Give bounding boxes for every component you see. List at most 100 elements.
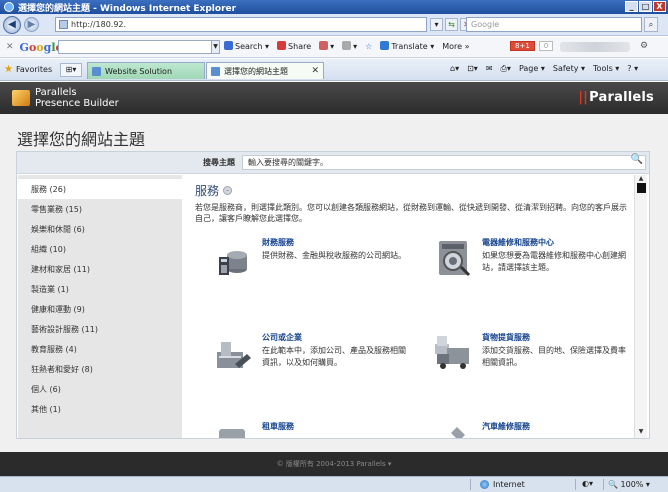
template-description: 提供財務、金融與稅收服務的公司網站。 [262,251,406,260]
share-button[interactable]: Share [277,41,311,51]
sidebar-item-home[interactable]: 建材和家居 (11) [18,259,182,279]
search-icon[interactable]: 🔍 [631,154,643,165]
template-name[interactable]: 貨物提貨服務 [482,332,530,343]
sidebar-item-education[interactable]: 教育服務 (4) [18,339,182,359]
bookmark-button[interactable]: ▾ [319,41,334,51]
home-icon[interactable]: ⌂▾ [450,64,459,74]
command-bar: ⌂▾ ⊡▾ ✉ ⎙▾ Page ▾ Safety ▾ Tools ▾ ? ▾ [450,64,638,74]
template-card[interactable]: 公司或企業 在此範本中，添加公司、產品及服務相關資訊，以及如何購買。 [195,332,406,392]
template-name[interactable]: 財務服務 [262,237,294,248]
sidebar-item-health[interactable]: 健康和運動 (9) [18,299,182,319]
favorites-bar: ★ Favorites ⊞▾ Website Solution 選擇您的網站主題… [0,59,668,81]
scroll-thumb[interactable] [637,183,646,193]
sidebar-item-entertainment[interactable]: 娛樂和休閒 (6) [18,219,182,239]
category-sidebar: 服務 (26) 零售業務 (15) 娛樂和休閒 (6) 組織 (10) 建材和家… [18,175,182,438]
close-window-button[interactable]: X [653,1,666,12]
google-toolbar-items: Search ▾ Share ▾ ▾ ☆ Translate ▾ More » [224,41,470,51]
search-icon[interactable]: ⌕ [644,17,658,32]
more-button[interactable]: More » [442,42,469,51]
google-search-button[interactable]: Search ▾ [224,41,269,51]
sidebar-item-manufacturing[interactable]: 製造業 (1) [18,279,182,299]
page-icon [59,20,68,29]
tab-choose-theme[interactable]: 選擇您的網站主題 ✕ [206,62,324,79]
url-input[interactable]: http://180.92. [55,17,427,32]
misc-button[interactable]: ▾ [342,41,357,51]
close-tab-icon[interactable]: ✕ [311,66,319,76]
product-line2: Presence Builder [35,98,119,109]
sidebar-item-retail[interactable]: 零售業務 (15) [18,199,182,219]
page-menu[interactable]: Page ▾ [519,64,545,74]
dropdown-icon[interactable]: ▾ [430,18,443,31]
tab-label: Website Solution [105,66,173,76]
google-toolbar: ✕ Google ▼ Search ▾ Share ▾ ▾ ☆ Translat… [0,37,668,58]
sidebar-item-organizations[interactable]: 組織 (10) [18,239,182,259]
security-zone[interactable]: Internet [480,480,525,489]
car-rental-icon [219,429,245,438]
templates-scrollbar[interactable]: ▲ ▼ [634,175,647,438]
search-icon [224,41,233,50]
zoom-level[interactable]: 🔍 100% ▾ [608,480,650,489]
template-card[interactable]: 租車服務 [195,421,395,438]
template-description: 在此範本中，添加公司、產品及服務相關資訊，以及如何購買。 [262,346,406,367]
template-card[interactable]: 財務服務 提供財務、金融與稅收服務的公司網站。 [195,237,406,297]
template-name[interactable]: 租車服務 [262,421,294,432]
minimize-button[interactable]: _ [625,1,638,12]
copyright[interactable]: © 版權所有 2004-2013 Parallels ▾ [277,459,392,469]
template-name[interactable]: 電器維修和服務中心 [482,237,554,248]
quick-tabs-button[interactable]: ⊞▾ [60,63,82,77]
help-menu[interactable]: ? ▾ [627,64,638,74]
mail-icon[interactable]: ✉ [486,64,493,74]
share-icon [277,41,287,50]
chevron-down-icon[interactable]: ▼ [211,40,220,54]
refresh-icon[interactable]: ⇆ [445,18,458,31]
template-card[interactable]: 貨物提貨服務 添加交貨服務、目的地、保險選擇及費率相關資訊。 [415,332,626,392]
sidebar-item-hobbies[interactable]: 狂熱者和愛好 (8) [18,359,182,379]
product-line1: Parallels [35,87,77,98]
tab-page-icon [211,66,220,76]
protected-mode-icon[interactable]: ◐▾ [582,479,593,488]
appliance-icon [439,241,471,277]
section-title: 服務 – [195,182,233,199]
feeds-icon[interactable]: ⊡▾ [467,64,478,74]
wrench-icon[interactable]: ⚙ [640,41,648,51]
forward-button[interactable]: ▶ [24,17,39,32]
maximize-button[interactable]: □ [639,1,652,12]
search-input[interactable]: Google [466,17,642,32]
print-icon[interactable]: ⎙▾ [501,64,511,74]
back-button[interactable]: ◀ [3,15,21,34]
template-card[interactable]: 汽車維修服務 [415,421,615,438]
google-search-input[interactable] [58,40,212,54]
sidebar-item-other[interactable]: 其他 (1) [18,399,182,419]
translate-button[interactable]: Translate ▾ [380,41,434,51]
plus-one-button[interactable]: 8+1 [510,41,535,51]
sidebar-item-services[interactable]: 服務 (26) [18,179,182,199]
filter-bar: 搜尋主題 輸入要搜尋的關鍵字。 🔍 [17,152,649,174]
template-name[interactable]: 汽車維修服務 [482,421,530,432]
google-logo: Google [19,40,63,54]
globe-icon [480,480,489,489]
template-card[interactable]: 電器維修和服務中心 如果您想要為電器維修和服務中心創建網站，請選擇該主題。 [415,237,626,297]
theme-panel: 搜尋主題 輸入要搜尋的關鍵字。 🔍 服務 (26) 零售業務 (15) 娛樂和休… [16,151,650,439]
sidebar-item-arts[interactable]: 藝術設計服務 (11) [18,319,182,339]
star-button[interactable]: ☆ [365,42,372,51]
theme-search-input[interactable]: 輸入要搜尋的關鍵字。 [242,155,646,170]
zone-label: Internet [493,480,525,489]
plus-one: 8+1 0 [510,41,554,51]
sidebar-item-personal[interactable]: 個人 (6) [18,379,182,399]
template-name[interactable]: 公司或企業 [262,332,302,343]
tools-menu[interactable]: Tools ▾ [593,64,619,74]
builder-footer: © 版權所有 2004-2013 Parallels ▾ [0,452,668,476]
window-title: 選擇您的網站主題 - Windows Internet Explorer [18,3,237,14]
divider [603,479,604,490]
scroll-down-icon[interactable]: ▼ [635,428,647,438]
page-content: 選擇您的網站主題 搜尋主題 輸入要搜尋的關鍵字。 🔍 服務 (26) 零售業務 … [0,114,668,452]
search-placeholder: Google [471,20,500,29]
tab-page-icon [92,66,101,76]
misc-icon [342,41,352,50]
favorites-button[interactable]: ★ Favorites [4,64,52,75]
safety-menu[interactable]: Safety ▾ [553,64,585,74]
tab-website-solution[interactable]: Website Solution [87,62,205,79]
collapse-icon[interactable]: – [223,186,233,195]
close-toolbar-icon[interactable]: ✕ [6,42,14,52]
divider [575,479,576,490]
